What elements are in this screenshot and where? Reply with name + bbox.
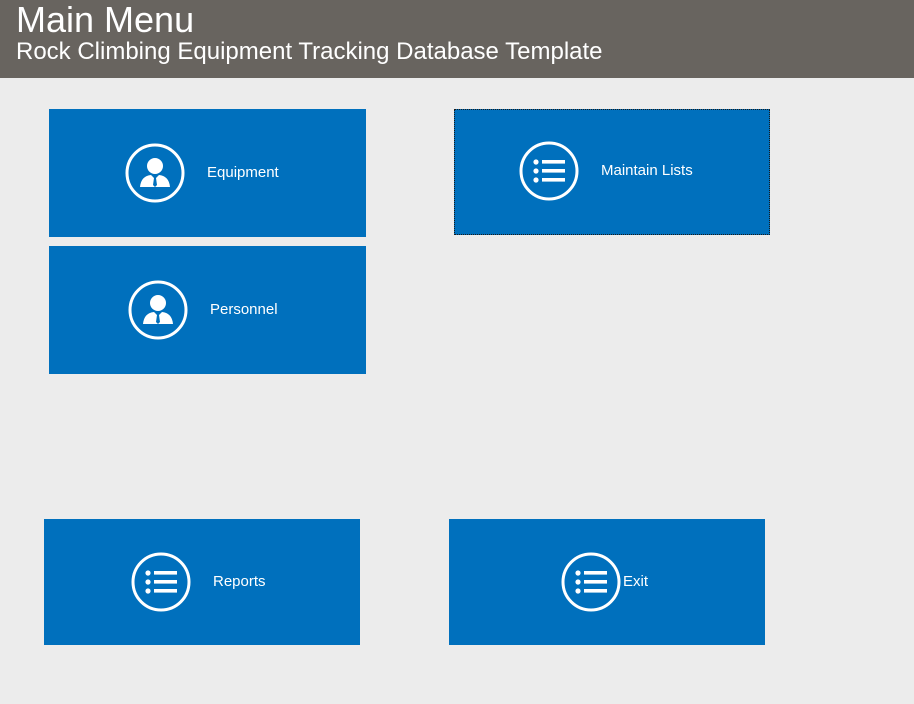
page-title: Main Menu (16, 0, 195, 40)
list-icon (131, 552, 191, 612)
equipment-label: Equipment (207, 164, 279, 181)
equipment-button[interactable]: Equipment (49, 109, 366, 237)
personnel-label: Personnel (210, 301, 278, 318)
main-menu-form: Main Menu Rock Climbing Equipment Tracki… (0, 0, 914, 704)
person-icon (128, 280, 188, 340)
personnel-button[interactable]: Personnel (49, 246, 366, 374)
reports-button[interactable]: Reports (44, 519, 360, 645)
page-subtitle: Rock Climbing Equipment Tracking Databas… (16, 38, 603, 65)
person-icon (125, 143, 185, 203)
list-icon (519, 141, 579, 201)
exit-button[interactable]: Exit (449, 519, 765, 645)
form-header: Main Menu Rock Climbing Equipment Tracki… (0, 0, 914, 78)
exit-label: Exit (623, 573, 649, 590)
maintain-lists-button[interactable]: Maintain Lists (454, 109, 770, 235)
list-icon (561, 552, 621, 612)
reports-label: Reports (213, 573, 266, 590)
maintain-lists-label: Maintain Lists (601, 162, 693, 179)
